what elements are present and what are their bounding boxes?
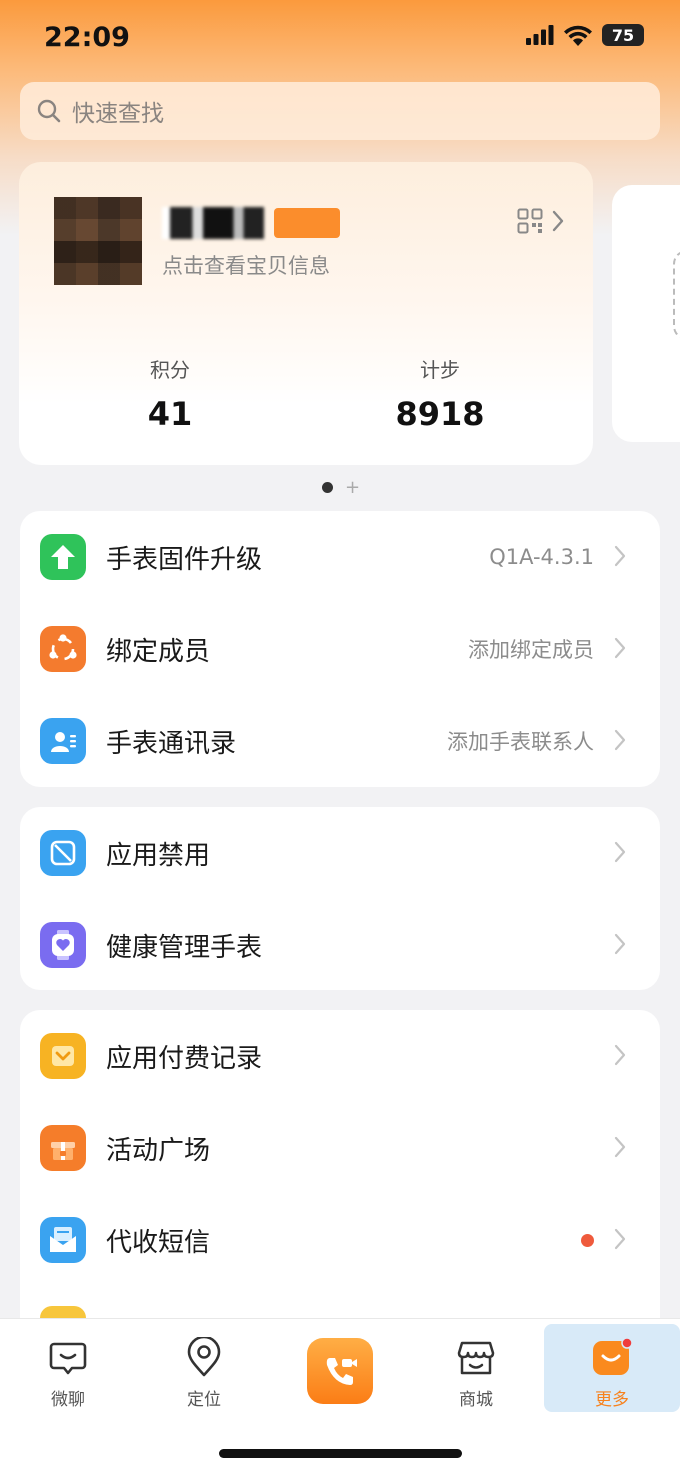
row-label: 代收短信 bbox=[106, 1227, 211, 1258]
qr-code-icon bbox=[517, 208, 543, 234]
video-call-icon bbox=[326, 1358, 357, 1385]
tab-chat[interactable]: 微聊 bbox=[0, 1319, 136, 1415]
row-health-watch[interactable]: 健康管理手表 bbox=[20, 899, 660, 991]
tab-more[interactable]: 更多 bbox=[544, 1319, 680, 1415]
search-placeholder: 快速查找 bbox=[72, 101, 164, 127]
tab-label: 微聊 bbox=[51, 1390, 85, 1410]
paid-record-icon bbox=[40, 1033, 86, 1079]
tab-label: 定位 bbox=[187, 1390, 221, 1410]
row-label: 应用付费记录 bbox=[106, 1043, 263, 1074]
chevron-right-icon bbox=[614, 1136, 626, 1158]
chevron-right-icon bbox=[614, 1228, 626, 1250]
avatar[interactable] bbox=[54, 197, 142, 285]
signal-icon bbox=[526, 25, 554, 45]
settings-group-controls: 应用禁用 健康管理手表 bbox=[20, 807, 660, 990]
row-bind-members[interactable]: 绑定成员 添加绑定成员 bbox=[20, 603, 660, 695]
contacts-icon bbox=[40, 718, 86, 764]
row-paid-records[interactable]: 应用付费记录 bbox=[20, 1010, 660, 1102]
tab-location[interactable]: 定位 bbox=[136, 1319, 272, 1415]
shop-icon bbox=[456, 1337, 496, 1379]
tab-shop[interactable]: 商城 bbox=[408, 1319, 544, 1415]
wifi-icon bbox=[564, 25, 592, 46]
row-activity-square[interactable]: 活动广场 bbox=[20, 1102, 660, 1194]
row-label: 手表通讯录 bbox=[106, 728, 237, 759]
app-ban-icon bbox=[40, 830, 86, 876]
home-indicator bbox=[219, 1449, 462, 1458]
carousel-dot-active bbox=[322, 482, 333, 493]
row-value: Q1A-4.3.1 bbox=[489, 545, 594, 569]
child-name-redacted bbox=[162, 207, 340, 239]
chevron-right-icon bbox=[614, 729, 626, 751]
status-bar: 22:09 75 bbox=[0, 0, 680, 74]
row-label: 健康管理手表 bbox=[106, 932, 263, 963]
chevron-right-icon bbox=[614, 933, 626, 955]
search-bar[interactable]: 快速查找 bbox=[20, 82, 660, 140]
chat-icon bbox=[48, 1337, 88, 1379]
location-icon bbox=[184, 1337, 224, 1379]
points-label: 积分 bbox=[150, 358, 190, 382]
row-value: 添加绑定成员 bbox=[468, 638, 594, 662]
tab-label: 商城 bbox=[459, 1390, 493, 1410]
more-icon bbox=[591, 1337, 633, 1379]
steps-stat[interactable]: 计步 8918 bbox=[340, 354, 540, 433]
settings-group-services: 应用付费记录 活动广场 代收短信 bbox=[20, 1010, 660, 1340]
child-profile-card[interactable]: 点击查看宝贝信息 积分 41 计步 8918 bbox=[19, 162, 593, 465]
carousel-add-dot: + bbox=[345, 477, 361, 498]
row-label: 应用禁用 bbox=[106, 840, 211, 871]
row-sms-collection[interactable]: 代收短信 bbox=[20, 1194, 660, 1286]
chevron-right-icon bbox=[614, 545, 626, 567]
chevron-right-icon bbox=[614, 1044, 626, 1066]
health-watch-icon bbox=[40, 922, 86, 968]
status-icons: 75 bbox=[526, 24, 644, 46]
qr-code-button[interactable] bbox=[517, 208, 565, 234]
tag-redaction bbox=[274, 208, 340, 238]
points-value: 41 bbox=[147, 395, 193, 433]
profile-subtitle: 点击查看宝贝信息 bbox=[162, 254, 330, 278]
status-time: 22:09 bbox=[44, 22, 130, 53]
battery-icon: 75 bbox=[602, 24, 644, 46]
gift-icon bbox=[40, 1125, 86, 1171]
chevron-right-icon bbox=[552, 210, 564, 232]
tab-label: 更多 bbox=[595, 1390, 629, 1410]
steps-label: 计步 bbox=[420, 358, 460, 382]
row-value: 添加手表联系人 bbox=[447, 730, 594, 754]
row-app-ban[interactable]: 应用禁用 bbox=[20, 807, 660, 899]
name-redaction bbox=[162, 207, 264, 239]
row-label: 手表固件升级 bbox=[106, 544, 263, 575]
chevron-right-icon bbox=[614, 841, 626, 863]
row-firmware-upgrade[interactable]: 手表固件升级 Q1A-4.3.1 bbox=[20, 511, 660, 603]
settings-group-device: 手表固件升级 Q1A-4.3.1 绑定成员 添加绑定成员 手表通讯录 添加手表联… bbox=[20, 511, 660, 787]
carousel-indicator: + bbox=[322, 477, 361, 498]
add-device-dashed-outline bbox=[673, 250, 680, 340]
sms-icon bbox=[40, 1217, 86, 1263]
unread-badge-dot bbox=[581, 1234, 594, 1247]
chevron-right-icon bbox=[614, 637, 626, 659]
upgrade-arrow-icon bbox=[40, 534, 86, 580]
search-icon bbox=[37, 99, 61, 123]
points-stat[interactable]: 积分 41 bbox=[70, 354, 270, 433]
add-device-card-peek[interactable] bbox=[612, 185, 680, 442]
row-label: 活动广场 bbox=[106, 1135, 211, 1166]
members-icon bbox=[40, 626, 86, 672]
row-watch-contacts[interactable]: 手表通讯录 添加手表联系人 bbox=[20, 695, 660, 787]
video-call-button[interactable] bbox=[307, 1338, 373, 1404]
steps-value: 8918 bbox=[395, 395, 485, 433]
row-label: 绑定成员 bbox=[106, 636, 211, 667]
